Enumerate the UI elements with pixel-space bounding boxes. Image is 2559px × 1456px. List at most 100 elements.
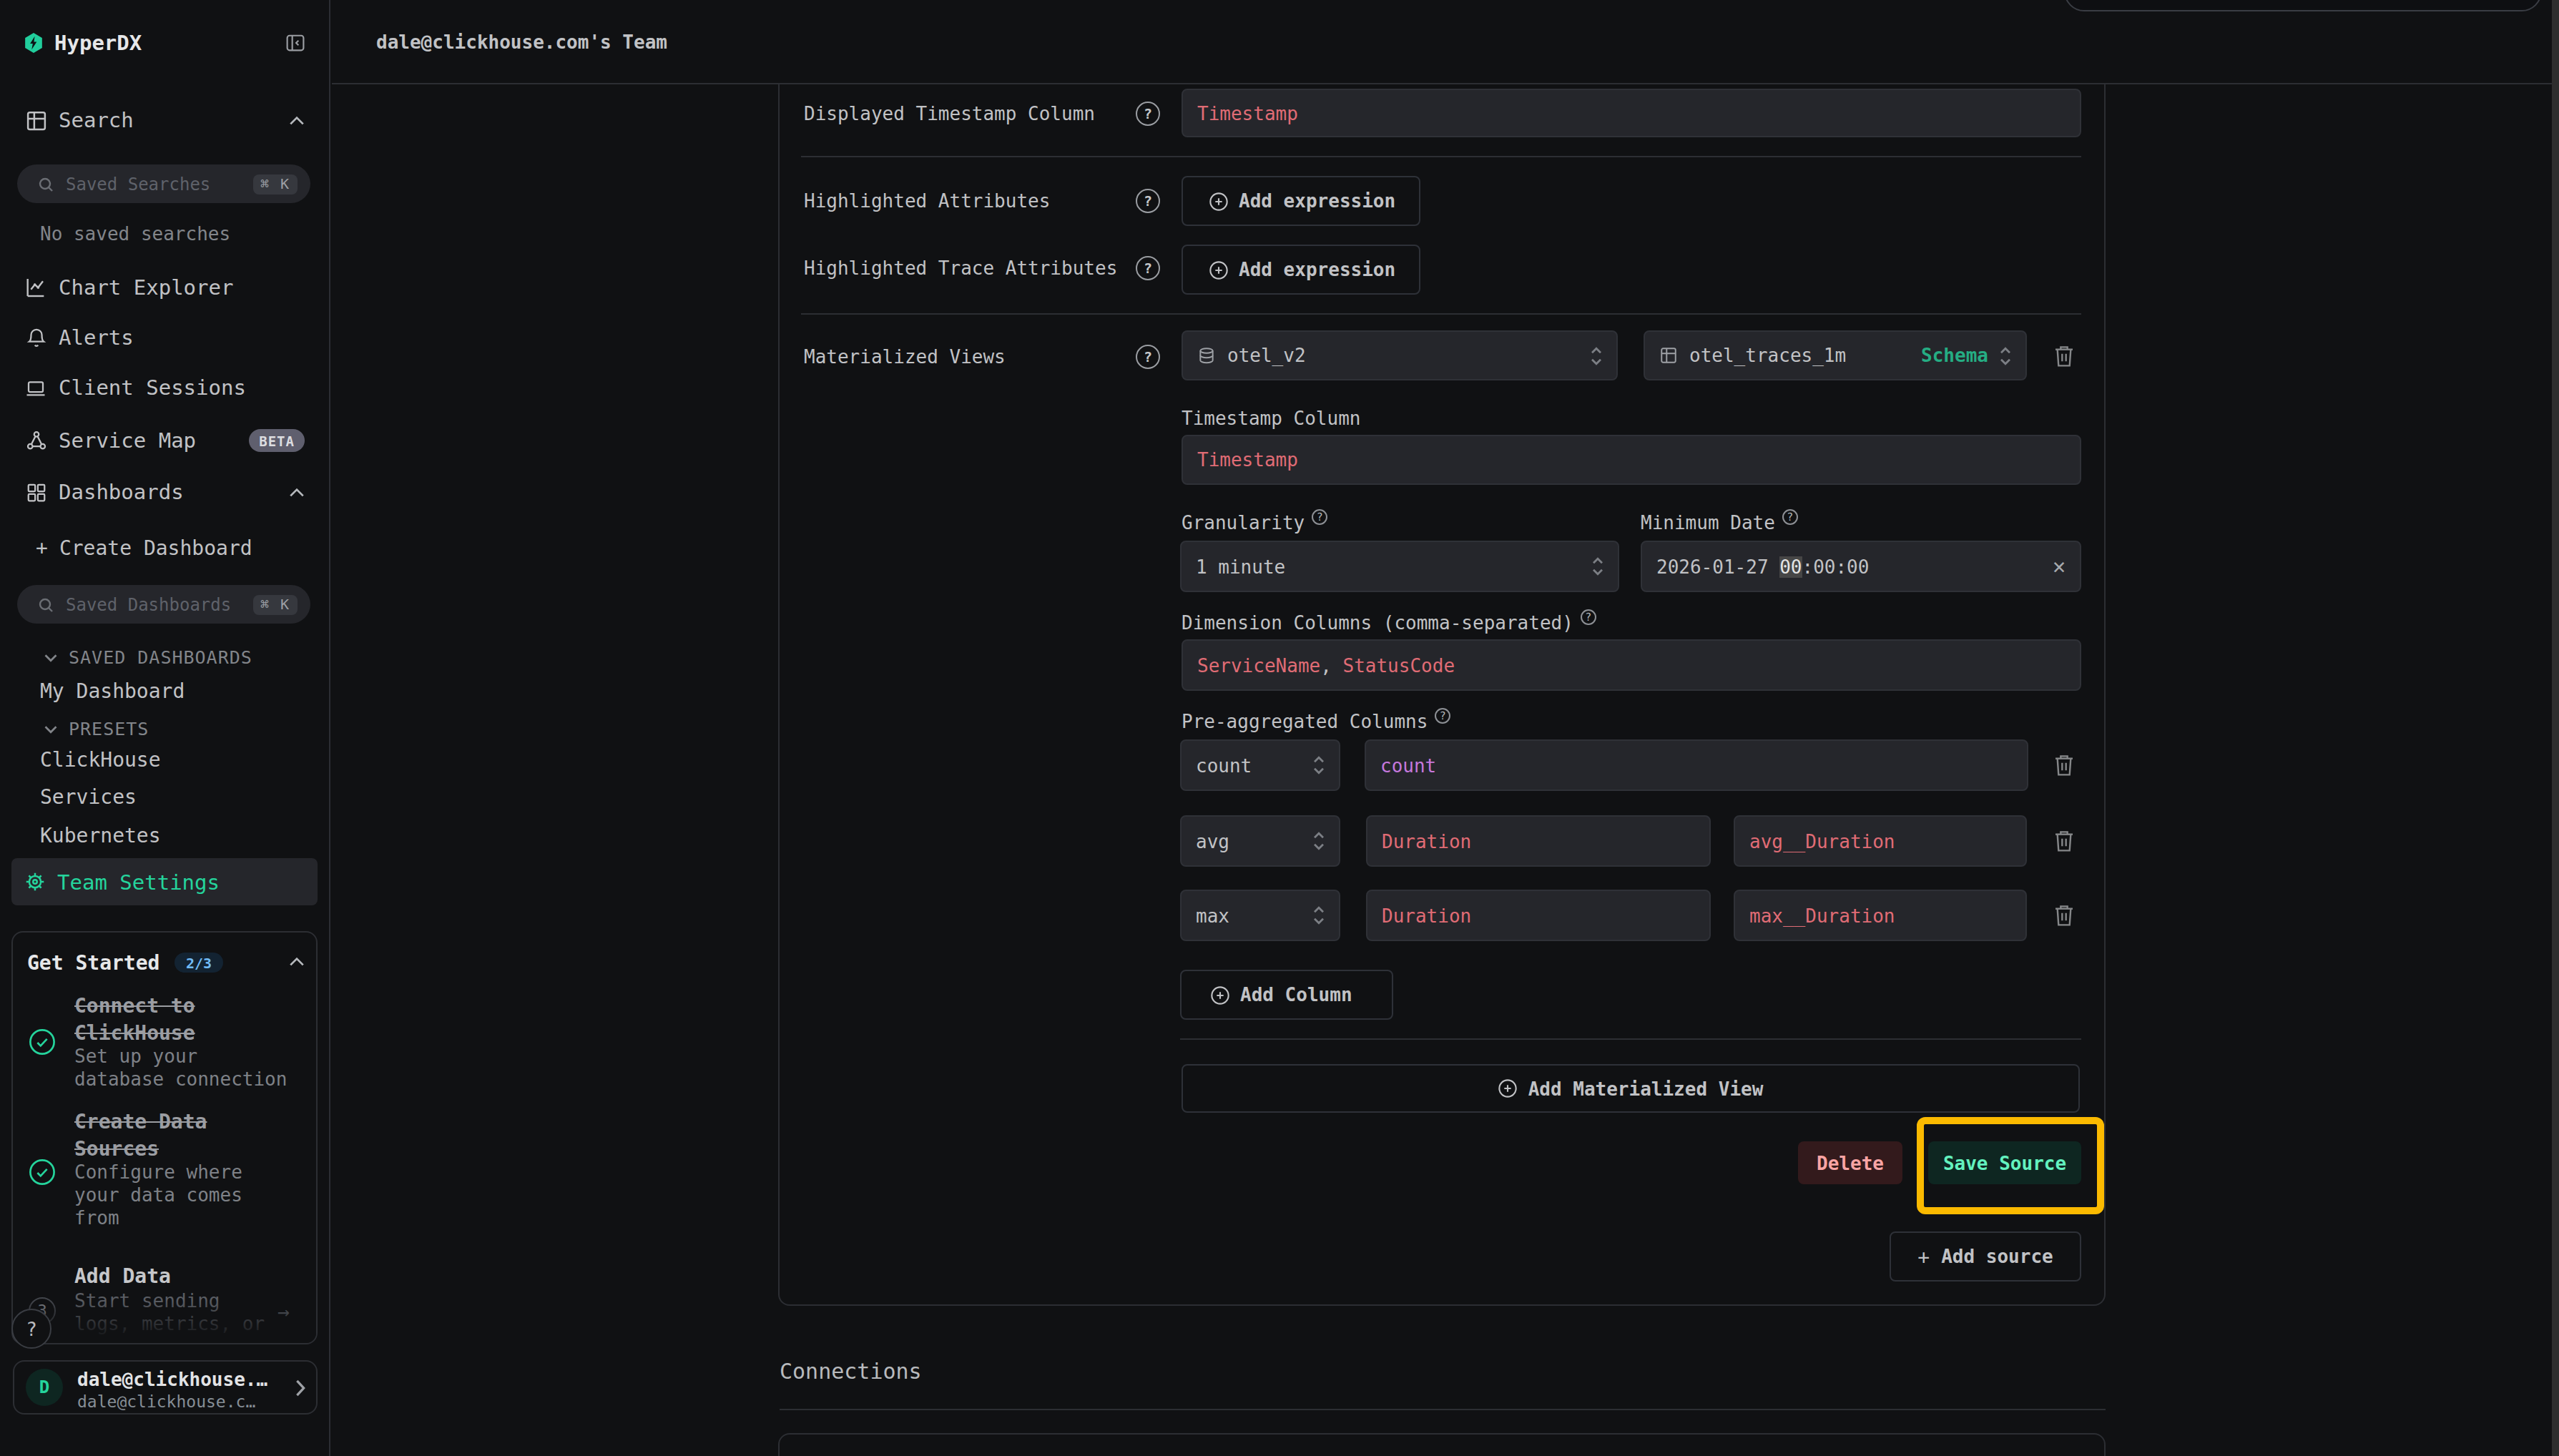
check-circle-icon: [29, 1028, 56, 1056]
page-title: dale@clickhouse.com's Team: [376, 31, 667, 53]
agg-name-input[interactable]: max__Duration: [1734, 890, 2027, 941]
chevron-up-icon[interactable]: [289, 115, 305, 125]
no-saved-searches-text: No saved searches: [40, 223, 230, 245]
agg-expression-input[interactable]: Duration: [1366, 890, 1711, 941]
sidebar-item-services[interactable]: Services: [40, 782, 137, 811]
plus-circle-icon: [1209, 191, 1229, 211]
service-map-icon: [24, 429, 47, 452]
sidebar-item-my-dashboard[interactable]: My Dashboard: [40, 677, 185, 705]
alerts-bell-icon: [24, 326, 47, 349]
question-circle-icon[interactable]: ?: [1136, 102, 1160, 126]
add-source-button[interactable]: + Add source: [1890, 1231, 2081, 1282]
info-circle-icon[interactable]: ?: [1782, 509, 1798, 525]
trash-icon[interactable]: [2053, 902, 2076, 928]
agg-expression-input[interactable]: count: [1365, 739, 2028, 791]
sidebar-item-label: Dashboards: [59, 481, 184, 503]
saved-dashboards-input[interactable]: Saved Dashboards ⌘ K: [17, 585, 310, 624]
saved-dashboards-placeholder: Saved Dashboards: [66, 594, 242, 614]
agg-expression-input[interactable]: Duration: [1366, 815, 1711, 867]
sidebar-item-kubernetes[interactable]: Kubernetes: [40, 821, 161, 850]
user-menu[interactable]: D dale@clickhouse.… dale@clickhouse.c…: [13, 1360, 318, 1415]
clear-x-icon[interactable]: ✕: [2053, 554, 2066, 579]
agg-fn-select[interactable]: count: [1180, 739, 1340, 791]
add-expression-button[interactable]: Add expression: [1182, 176, 1420, 226]
create-dashboard-label: Create Dashboard: [59, 536, 252, 559]
granularity-select-value: 1 minute: [1196, 556, 1285, 577]
dimension-columns-input[interactable]: ServiceName, StatusCode: [1182, 639, 2081, 691]
question-circle-icon[interactable]: ?: [1136, 256, 1160, 280]
saved-dashboards-section[interactable]: SAVED DASHBOARDS: [44, 646, 252, 668]
trash-icon[interactable]: [2053, 343, 2076, 369]
get-started-item-desc: Set up your database connection: [74, 1046, 295, 1091]
sidebar-item-clickhouse[interactable]: ClickHouse: [40, 745, 161, 774]
add-materialized-view-button[interactable]: Add Materialized View: [1182, 1064, 2080, 1113]
save-source-button[interactable]: Save Source: [1928, 1141, 2081, 1184]
agg-fn-select[interactable]: max: [1180, 890, 1340, 941]
agg-name-input[interactable]: avg__Duration: [1734, 815, 2027, 867]
sidebar-item-search[interactable]: Search: [24, 102, 305, 139]
plus-icon: +: [36, 536, 48, 559]
minimum-date-label: Minimum Date?: [1641, 512, 1798, 533]
add-column-button[interactable]: Add Column: [1180, 970, 1393, 1020]
sidebar-item-label: Client Sessions: [59, 376, 246, 399]
avatar: D: [26, 1369, 63, 1406]
sidebar-item-service-map[interactable]: Service Map BETA: [24, 422, 305, 459]
granularity-select[interactable]: 1 minute: [1180, 541, 1619, 592]
sidebar-item-dashboards[interactable]: Dashboards: [24, 473, 305, 511]
create-dashboard-button[interactable]: + Create Dashboard: [36, 536, 252, 559]
info-circle-icon[interactable]: ?: [1581, 609, 1596, 625]
gear-icon: [24, 871, 46, 892]
highlighted-trace-attributes-label: Highlighted Trace Attributes: [804, 257, 1117, 280]
selected-hour: 00: [1779, 556, 1802, 577]
section-divider: [780, 1409, 2106, 1410]
saved-searches-input[interactable]: Saved Searches ⌘ K: [17, 164, 310, 203]
sidebar-collapse-icon[interactable]: [286, 34, 305, 51]
search-icon: [37, 175, 54, 192]
sidebar-item-team-settings[interactable]: Team Settings: [11, 858, 318, 905]
pre-aggregated-columns-label: Pre-aggregated Columns?: [1182, 711, 1450, 732]
question-circle-icon[interactable]: ?: [1136, 345, 1160, 369]
info-circle-icon[interactable]: ?: [1312, 509, 1327, 525]
check-circle-icon: [29, 1159, 56, 1186]
trash-icon[interactable]: [2053, 828, 2076, 854]
get-started-item-desc: Configure where your data comes from: [74, 1161, 295, 1230]
timestamp-column-input[interactable]: Timestamp: [1182, 435, 2081, 485]
info-circle-icon[interactable]: ?: [1435, 708, 1450, 724]
delete-button[interactable]: Delete: [1798, 1141, 1902, 1184]
minimum-date-input[interactable]: 2026-01-27 00:00:00 ✕: [1641, 541, 2081, 592]
table-select[interactable]: otel_traces_1m Schema: [1644, 330, 2027, 380]
get-started-title: Get Started: [27, 951, 159, 974]
schema-badge[interactable]: Schema: [1921, 345, 1988, 366]
user-email: dale@clickhouse.c…: [77, 1392, 255, 1412]
displayed-timestamp-input[interactable]: Timestamp: [1182, 89, 2081, 137]
toast-notification: [2064, 0, 2542, 11]
database-select[interactable]: otel_v2: [1182, 330, 1618, 380]
sidebar-item-label: Alerts: [59, 326, 134, 349]
get-started-item[interactable]: Create Data Sources Configure where your…: [74, 1108, 295, 1230]
sidebar-item-chart-explorer[interactable]: Chart Explorer: [24, 269, 305, 306]
add-expression-button[interactable]: Add expression: [1182, 245, 1420, 295]
section-label: SAVED DASHBOARDS: [69, 646, 252, 668]
get-started-item-title: Add Data: [74, 1263, 272, 1289]
connections-panel: [778, 1433, 2106, 1456]
row-divider: [801, 156, 2081, 157]
get-started-item-title: Create Data Sources: [74, 1108, 295, 1161]
help-button[interactable]: ?: [11, 1309, 51, 1349]
command-k-shortcut: ⌘ K: [253, 594, 298, 614]
chevron-up-icon[interactable]: [289, 487, 305, 497]
user-name: dale@clickhouse.…: [77, 1369, 267, 1390]
hyperdx-logo-icon[interactable]: [24, 33, 43, 53]
search-section-icon: [24, 109, 47, 131]
chevron-up-icon[interactable]: [289, 957, 305, 967]
trash-icon[interactable]: [2053, 752, 2076, 778]
sidebar-item-alerts[interactable]: Alerts: [24, 319, 305, 356]
sidebar-item-client-sessions[interactable]: Client Sessions: [24, 369, 305, 406]
get-started-item[interactable]: Connect to ClickHouse Set up your databa…: [74, 993, 295, 1091]
dimension-columns-label: Dimension Columns (comma-separated)?: [1182, 612, 1596, 634]
question-circle-icon[interactable]: ?: [1136, 189, 1160, 213]
presets-section[interactable]: PRESETS: [44, 718, 149, 739]
sidebar-item-label: Service Map: [59, 429, 196, 452]
updown-chevrons-icon: [1313, 755, 1325, 775]
agg-fn-select[interactable]: avg: [1180, 815, 1340, 867]
brand-name[interactable]: HyperDX: [54, 31, 142, 54]
